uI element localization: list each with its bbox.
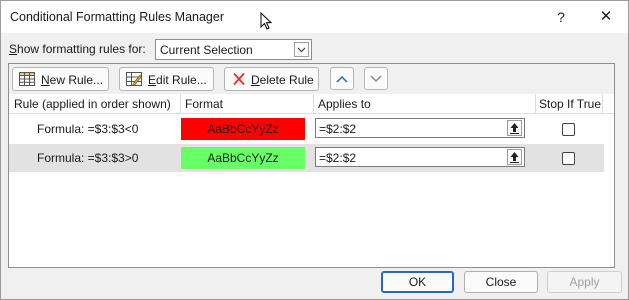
applies-to-field[interactable]: =$2:$2 bbox=[315, 118, 525, 138]
arrow-up-icon bbox=[510, 123, 519, 134]
dialog-title: Conditional Formatting Rules Manager bbox=[10, 10, 224, 24]
apply-button[interactable]: Apply bbox=[547, 271, 622, 293]
collapse-dialog-button[interactable] bbox=[507, 120, 522, 136]
delete-rule-label: Delete Rule bbox=[251, 73, 314, 87]
rule-row[interactable]: Formula: =$3:$3>0 AaBbCcYyZz =$2:$2 bbox=[9, 144, 604, 172]
column-divider bbox=[602, 94, 603, 114]
column-divider bbox=[180, 94, 181, 114]
edit-rule-button[interactable]: Edit Rule... bbox=[119, 67, 214, 91]
chevron-down-icon bbox=[370, 75, 382, 83]
close-window-button[interactable]: ✕ bbox=[591, 5, 621, 29]
mouse-cursor-icon bbox=[260, 12, 272, 30]
new-rule-button[interactable]: New Rule... bbox=[12, 67, 109, 91]
collapse-dialog-button[interactable] bbox=[507, 149, 522, 165]
applies-to-field[interactable]: =$2:$2 bbox=[315, 147, 525, 167]
header-stop-if-true: Stop If True bbox=[539, 97, 602, 111]
header-rule: Rule (applied in order shown) bbox=[14, 97, 171, 111]
rule-row[interactable]: Formula: =$3:$3<0 AaBbCcYyZz =$2:$2 bbox=[9, 115, 604, 143]
rule-formula: Formula: =$3:$3>0 bbox=[37, 151, 139, 165]
arrow-up-icon bbox=[510, 152, 519, 163]
header-applies-to: Applies to bbox=[318, 97, 371, 111]
header-format: Format bbox=[185, 97, 224, 111]
show-rules-dropdown[interactable]: Current Selection bbox=[155, 39, 312, 60]
format-preview: AaBbCcYyZz bbox=[181, 118, 305, 140]
show-rules-value: Current Selection bbox=[160, 43, 253, 57]
rules-manager-dialog: Conditional Formatting Rules Manager ? ✕… bbox=[0, 0, 629, 300]
applies-to-value: =$2:$2 bbox=[319, 122, 357, 136]
chevron-up-icon bbox=[336, 75, 348, 83]
close-button[interactable]: Close bbox=[464, 271, 538, 293]
new-rule-label: New Rule... bbox=[41, 73, 104, 87]
column-divider bbox=[313, 94, 314, 114]
rule-formula: Formula: =$3:$3<0 bbox=[37, 122, 139, 136]
column-divider bbox=[535, 94, 536, 114]
delete-x-icon bbox=[233, 72, 245, 86]
stop-if-true-checkbox[interactable] bbox=[562, 123, 575, 136]
delete-rule-button[interactable]: Delete Rule bbox=[224, 67, 319, 91]
format-preview: AaBbCcYyZz bbox=[181, 147, 305, 169]
rules-toolbar: New Rule... Edit Rule... Delete Rule bbox=[9, 64, 614, 94]
rules-table-header: Rule (applied in order shown) Format App… bbox=[9, 94, 614, 114]
new-rule-icon bbox=[19, 72, 35, 86]
show-rules-label: Show formatting rules for: bbox=[9, 42, 146, 56]
move-down-button[interactable] bbox=[364, 67, 388, 90]
rules-panel: New Rule... Edit Rule... Delete Rule Rul… bbox=[8, 63, 615, 268]
move-up-button[interactable] bbox=[330, 67, 354, 90]
title-bar: Conditional Formatting Rules Manager ? ✕ bbox=[1, 1, 628, 33]
applies-to-value: =$2:$2 bbox=[319, 151, 357, 165]
ok-button[interactable]: OK bbox=[381, 271, 454, 293]
edit-rule-icon bbox=[126, 72, 142, 86]
edit-rule-label: Edit Rule... bbox=[148, 73, 207, 87]
chevron-down-icon[interactable] bbox=[294, 42, 309, 57]
stop-if-true-checkbox[interactable] bbox=[562, 152, 575, 165]
help-button[interactable]: ? bbox=[546, 5, 576, 29]
